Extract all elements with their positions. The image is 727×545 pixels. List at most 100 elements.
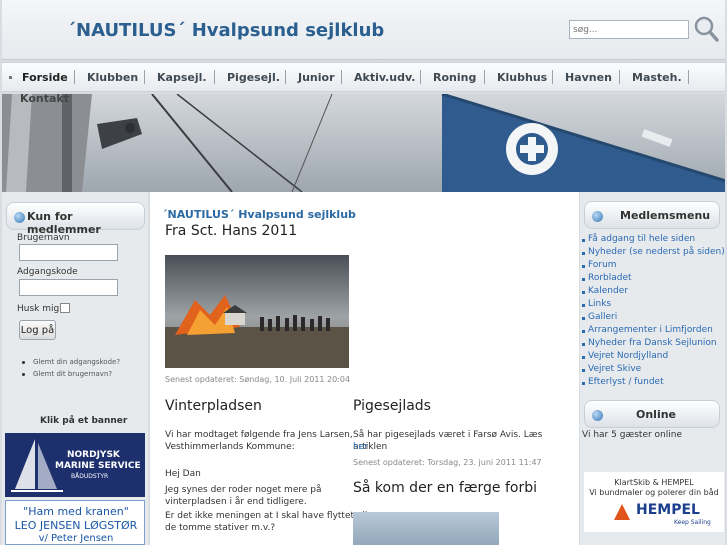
nav-item-junior[interactable]: Junior [298, 71, 335, 84]
menu-item-kalender[interactable]: Kalender [588, 286, 628, 296]
bullet-icon [582, 356, 585, 359]
menu-item-rorbladet[interactable]: Rorbladet [588, 273, 632, 283]
sct-hans-bonfire-photo [165, 255, 349, 368]
bullet-icon [582, 278, 585, 281]
bullet-icon [22, 361, 25, 364]
nordjysk-line3: BÅDUDSTYR [71, 473, 109, 480]
nav-divider [285, 70, 286, 84]
nav-item-kapsejl[interactable]: Kapsejl. [157, 71, 207, 84]
vinterpladsen-p3: Jeg synes der roder noget mere på [165, 485, 322, 495]
member-menu-heading: Medlemsmenu [620, 209, 711, 222]
article-updated-date: Senest opdateret: Søndag, 10. Juli 2011 … [165, 375, 351, 384]
vinterpladsen-p4b: de tomme stativer m.v.? [165, 523, 276, 533]
pigesejlads-title[interactable]: Pigesejlads [353, 398, 431, 414]
password-field[interactable] [19, 279, 118, 296]
nav-divider [552, 70, 553, 84]
search-input[interactable] [569, 20, 689, 39]
nav-item-pigesejl[interactable]: Pigesejl. [227, 71, 280, 84]
sphere-bullet-icon [592, 211, 603, 222]
nav-divider [214, 70, 215, 84]
hempel-banner[interactable]: KlartSkib & HEMPEL Vi bundmaler og poler… [584, 472, 724, 532]
menu-item-vejret-skive[interactable]: Vejret Skive [588, 364, 641, 374]
remember-me-checkbox[interactable] [60, 303, 70, 313]
nav-item-masteh[interactable]: Masteh. [632, 71, 682, 84]
nav-item-kontakt[interactable]: Kontakt [20, 92, 69, 105]
bullet-icon [582, 317, 585, 320]
nav-item-klubben[interactable]: Klubben [87, 71, 138, 84]
search-icon[interactable] [693, 15, 719, 43]
nav-item-klubhus[interactable]: Klubhus [497, 71, 547, 84]
online-count-text: Vi har 5 gæster online [582, 430, 683, 440]
header-banner-image [2, 94, 725, 192]
nav-bullet-icon [9, 76, 12, 79]
vinterpladsen-p3b: vinterpladsen i år end tidligere. [165, 497, 307, 507]
content-site-name: ´NAUTILUS´ Hvalpsund sejlklub [162, 208, 356, 221]
kranen-banner[interactable]: "Ham med kranen" LEO JENSEN LØGSTØR v/ P… [5, 500, 145, 545]
menu-item-adgang[interactable]: Få adgang til hele siden [588, 234, 695, 244]
site-title[interactable]: ´NAUTILUS´ Hvalpsund sejlklub [67, 20, 384, 41]
bullet-icon [22, 373, 25, 376]
username-label: Brugernavn [17, 233, 70, 243]
nav-divider [74, 70, 75, 84]
nordjysk-marine-banner[interactable]: NORDJYSK MARINE SERVICE BÅDUDSTYR [5, 433, 145, 497]
right-sidebar: Medlemsmenu Få adgang til hele siden Nyh… [580, 192, 725, 545]
vinterpladsen-p4: Er det ikke meningen at I skal have flyt… [165, 511, 373, 521]
hempel-line2: Vi bundmaler og polerer din båd [589, 488, 719, 497]
nav-item-havnen[interactable]: Havnen [565, 71, 612, 84]
username-field[interactable] [19, 244, 118, 261]
hempel-logo-icon [614, 504, 630, 520]
bullet-icon [582, 304, 585, 307]
vinterpladsen-title[interactable]: Vinterpladsen [165, 398, 262, 414]
menu-item-vejret-nordjylland[interactable]: Vejret Nordjylland [588, 351, 668, 361]
bullet-icon [582, 330, 585, 333]
kranen-line1: "Ham med kranen" [23, 505, 129, 518]
member-menu-header: Medlemsmenu [584, 201, 720, 229]
bullet-icon [582, 343, 585, 346]
article-title[interactable]: Fra Sct. Hans 2011 [165, 223, 297, 239]
nav-divider [420, 70, 421, 84]
bullet-icon [582, 369, 585, 372]
nav-item-forside[interactable]: Forside [22, 71, 68, 84]
menu-item-galleri[interactable]: Galleri [588, 312, 617, 322]
menu-item-forum[interactable]: Forum [588, 260, 617, 270]
faerge-title[interactable]: Så kom der en færge forbi [353, 480, 537, 496]
forgot-username-link[interactable]: Glemt dit brugernavn? [33, 370, 112, 378]
nav-divider [619, 70, 620, 84]
nordjysk-line2: MARINE SERVICE [55, 461, 141, 471]
menu-item-nyheder[interactable]: Nyheder (se nederst på siden) [588, 247, 725, 257]
nav-item-roning[interactable]: Roning [433, 71, 476, 84]
main-nav: Forside Klubben Kapsejl. Pigesejl. Junio… [2, 62, 725, 92]
bullet-icon [582, 291, 585, 294]
nav-item-aktiv-udv[interactable]: Aktiv.udv. [354, 71, 415, 84]
forgot-password-link[interactable]: Glemt din adgangskode? [33, 358, 120, 366]
hempel-tagline: Keep Sailing [674, 519, 711, 526]
login-button[interactable]: Log på [19, 320, 56, 340]
sailing-flag-illustration [2, 94, 725, 192]
remember-me-label: Husk mig [17, 304, 60, 314]
vinterpladsen-p1b: Vesthimmerlands Kommune: [165, 442, 295, 452]
online-module-header: Online [584, 400, 720, 428]
nav-divider [484, 70, 485, 84]
bullet-icon [582, 239, 585, 242]
online-heading: Online [636, 408, 677, 421]
kranen-line3: v/ Peter Jensen [38, 533, 114, 544]
password-label: Adgangskode [17, 267, 78, 277]
pigesejlads-text: Så har pigesejlads været i Farsø Avis. L… [353, 430, 543, 452]
pigesejlads-article-link[interactable]: her [353, 441, 368, 453]
menu-item-arrangementer[interactable]: Arrangementer i Limfjorden [588, 325, 713, 335]
hempel-line1: KlartSkib & HEMPEL [614, 478, 694, 487]
banners-heading: Klik på et banner [40, 416, 128, 426]
vinterpladsen-p1: Vi har modtaget følgende fra Jens Larsen… [165, 430, 353, 440]
bullet-icon [582, 382, 585, 385]
nav-divider [341, 70, 342, 84]
hempel-brand: HEMPEL [636, 502, 700, 518]
menu-item-efterlyst[interactable]: Efterlyst / fundet [588, 377, 664, 387]
nav-divider [144, 70, 145, 84]
bullet-icon [582, 252, 585, 255]
nav-divider [688, 70, 689, 84]
bullet-icon [582, 265, 585, 268]
menu-item-links[interactable]: Links [588, 299, 611, 309]
sphere-bullet-icon [14, 212, 25, 223]
main-content: ´NAUTILUS´ Hvalpsund sejlklub Fra Sct. H… [150, 192, 579, 545]
menu-item-dansk-sejlunion[interactable]: Nyheder fra Dansk Sejlunion [588, 338, 717, 348]
